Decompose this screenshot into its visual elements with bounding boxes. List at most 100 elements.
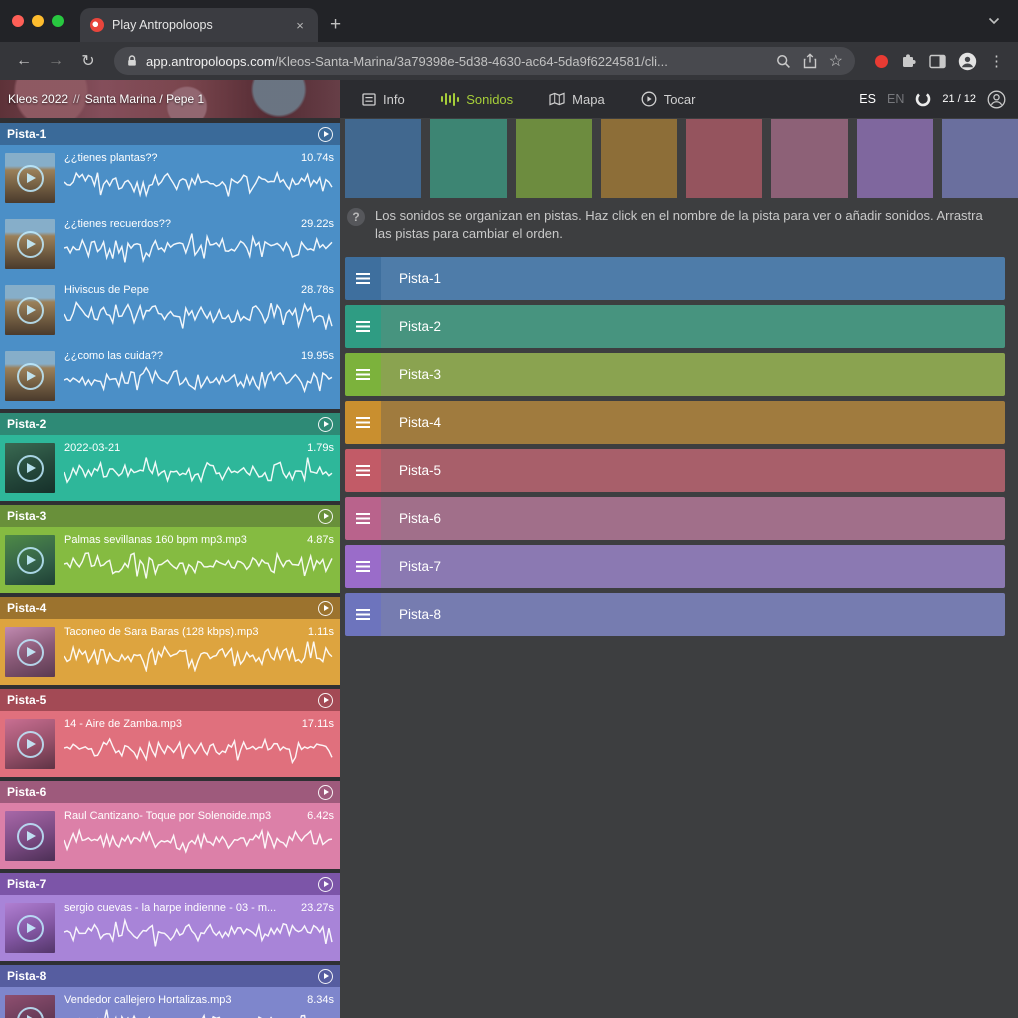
clip-item[interactable]: Raul Cantizano- Toque por Solenoide.mp36… — [0, 803, 340, 869]
back-button[interactable]: ← — [10, 47, 38, 75]
track-row[interactable]: Pista-2 — [345, 305, 1005, 348]
track-row-name[interactable]: Pista-1 — [381, 257, 1005, 300]
clip-thumbnail[interactable] — [5, 903, 55, 953]
drag-handle[interactable] — [345, 353, 381, 396]
clip-thumbnail[interactable] — [5, 719, 55, 769]
track-row[interactable]: Pista-8 — [345, 593, 1005, 636]
waveform[interactable] — [64, 166, 334, 198]
track-color-swatch[interactable] — [601, 119, 677, 198]
track-row-name[interactable]: Pista-8 — [381, 593, 1005, 636]
waveform[interactable] — [64, 298, 334, 330]
clip-thumbnail[interactable] — [5, 811, 55, 861]
tab-close-icon[interactable]: × — [292, 17, 308, 33]
minimize-window-button[interactable] — [32, 15, 44, 27]
share-icon[interactable] — [803, 53, 817, 69]
waveform[interactable] — [64, 732, 334, 764]
clip-item[interactable]: Taconeo de Sara Baras (128 kbps).mp31.11… — [0, 619, 340, 685]
browser-tab[interactable]: Play Antropoloops × — [80, 8, 318, 42]
clip-thumbnail[interactable] — [5, 535, 55, 585]
track-play-button[interactable] — [318, 969, 333, 984]
track-header[interactable]: Pista-7 — [0, 873, 340, 895]
account-icon[interactable] — [987, 90, 1006, 109]
waveform[interactable] — [64, 640, 334, 672]
clip-item[interactable]: ¿¿como las cuida??19.95s — [0, 343, 340, 409]
drag-handle[interactable] — [345, 305, 381, 348]
clip-item[interactable]: 14 - Aire de Zamba.mp317.11s — [0, 711, 340, 777]
track-color-swatch[interactable] — [771, 119, 847, 198]
clip-item[interactable]: Hiviscus de Pepe28.78s — [0, 277, 340, 343]
project-cover-image[interactable]: Kleos 2022 // Santa Marina / Pepe 1 — [0, 80, 340, 118]
clip-thumbnail[interactable] — [5, 285, 55, 335]
browser-profile-avatar[interactable] — [958, 52, 977, 71]
lock-icon[interactable] — [126, 54, 138, 68]
track-header[interactable]: Pista-2 — [0, 413, 340, 435]
drag-handle[interactable] — [345, 545, 381, 588]
waveform[interactable] — [64, 456, 334, 488]
breadcrumb[interactable]: Kleos 2022 // Santa Marina / Pepe 1 — [8, 92, 204, 106]
track-color-swatch[interactable] — [942, 119, 1018, 198]
waveform[interactable] — [64, 916, 334, 948]
side-panel-icon[interactable] — [929, 54, 946, 69]
clip-item[interactable]: ¿¿tienes recuerdos??29.22s — [0, 211, 340, 277]
waveform[interactable] — [64, 824, 334, 856]
drag-handle[interactable] — [345, 449, 381, 492]
nav-tocar[interactable]: Tocar — [641, 91, 696, 107]
reload-button[interactable]: ↻ — [74, 47, 102, 75]
zoom-icon[interactable] — [776, 54, 791, 69]
waveform[interactable] — [64, 548, 334, 580]
clip-item[interactable]: sergio cuevas - la harpe indienne - 03 -… — [0, 895, 340, 961]
track-row-name[interactable]: Pista-5 — [381, 449, 1005, 492]
tab-search-chevron-icon[interactable] — [988, 17, 1000, 25]
nav-sonidos[interactable]: Sonidos — [441, 92, 513, 107]
clip-thumbnail[interactable] — [5, 627, 55, 677]
drag-handle[interactable] — [345, 497, 381, 540]
clip-item[interactable]: ¿¿tienes plantas??10.74s — [0, 145, 340, 211]
track-header[interactable]: Pista-1 — [0, 123, 340, 145]
clip-item[interactable]: Vendedor callejero Hortalizas.mp38.34s — [0, 987, 340, 1018]
waveform[interactable] — [64, 364, 334, 396]
track-row[interactable]: Pista-1 — [345, 257, 1005, 300]
clip-thumbnail[interactable] — [5, 443, 55, 493]
track-play-button[interactable] — [318, 127, 333, 142]
track-row[interactable]: Pista-5 — [345, 449, 1005, 492]
track-row[interactable]: Pista-3 — [345, 353, 1005, 396]
drag-handle[interactable] — [345, 401, 381, 444]
track-play-button[interactable] — [318, 509, 333, 524]
new-tab-button[interactable]: + — [330, 14, 341, 36]
waveform[interactable] — [64, 1008, 334, 1018]
track-row-name[interactable]: Pista-4 — [381, 401, 1005, 444]
track-color-swatch[interactable] — [686, 119, 762, 198]
breadcrumb-project[interactable]: Kleos 2022 — [8, 92, 68, 106]
lang-en-button[interactable]: EN — [887, 92, 904, 106]
track-header[interactable]: Pista-3 — [0, 505, 340, 527]
drag-handle[interactable] — [345, 257, 381, 300]
close-window-button[interactable] — [12, 15, 24, 27]
track-play-button[interactable] — [318, 877, 333, 892]
track-header[interactable]: Pista-4 — [0, 597, 340, 619]
extensions-puzzle-icon[interactable] — [900, 53, 917, 70]
nav-mapa[interactable]: Mapa — [549, 92, 605, 107]
track-color-swatch[interactable] — [516, 119, 592, 198]
track-play-button[interactable] — [318, 417, 333, 432]
track-color-swatch[interactable] — [857, 119, 933, 198]
track-play-button[interactable] — [318, 601, 333, 616]
lang-es-button[interactable]: ES — [859, 92, 876, 106]
track-row-name[interactable]: Pista-2 — [381, 305, 1005, 348]
bookmark-star-icon[interactable]: ☆ — [829, 51, 843, 71]
track-color-swatch[interactable] — [345, 119, 421, 198]
clip-thumbnail[interactable] — [5, 995, 55, 1018]
recording-extension-icon[interactable] — [875, 55, 888, 68]
track-color-swatch[interactable] — [430, 119, 506, 198]
track-header[interactable]: Pista-5 — [0, 689, 340, 711]
clip-thumbnail[interactable] — [5, 153, 55, 203]
track-header[interactable]: Pista-6 — [0, 781, 340, 803]
clip-thumbnail[interactable] — [5, 219, 55, 269]
forward-button[interactable]: → — [42, 47, 70, 75]
track-row[interactable]: Pista-4 — [345, 401, 1005, 444]
clip-thumbnail[interactable] — [5, 351, 55, 401]
clip-item[interactable]: Palmas sevillanas 160 bpm mp3.mp34.87s — [0, 527, 340, 593]
track-row-name[interactable]: Pista-3 — [381, 353, 1005, 396]
clip-item[interactable]: 2022-03-211.79s — [0, 435, 340, 501]
track-row[interactable]: Pista-7 — [345, 545, 1005, 588]
drag-handle[interactable] — [345, 593, 381, 636]
